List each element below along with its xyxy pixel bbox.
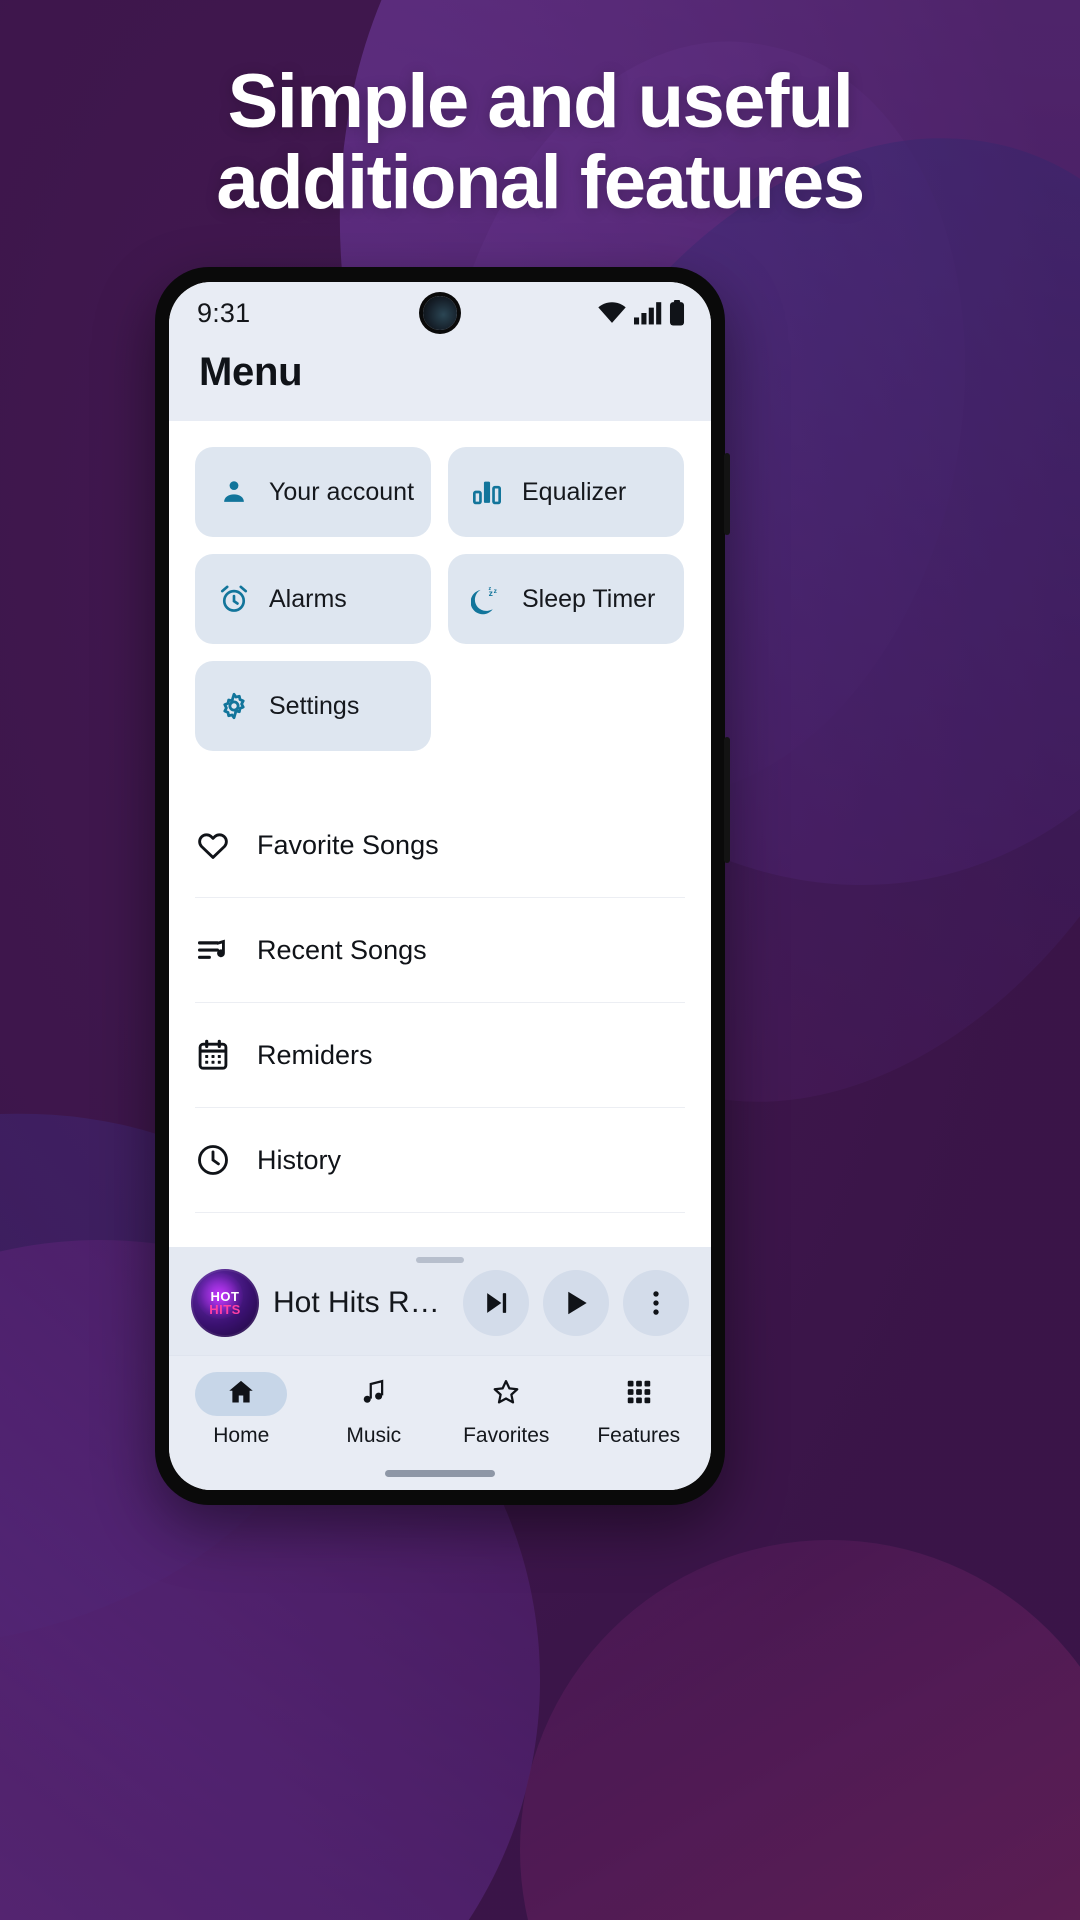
now-playing-title: Hot Hits Radio bbox=[273, 1286, 449, 1319]
list-item-label: Favorite Songs bbox=[257, 829, 439, 860]
phone-screen: 9:31 Menu Your account Equalizer Alarms … bbox=[169, 282, 711, 1490]
nav-label: Home bbox=[213, 1424, 270, 1447]
grid-apps-icon bbox=[624, 1377, 654, 1412]
nav-pill-favorites bbox=[460, 1372, 552, 1416]
nav-pill-home bbox=[195, 1372, 288, 1416]
person-icon bbox=[217, 475, 251, 509]
svg-text:z: z bbox=[494, 588, 498, 595]
feature-card-grid: Your account Equalizer Alarms z z z Slee… bbox=[169, 421, 711, 751]
nav-item-home[interactable]: Home bbox=[175, 1368, 308, 1450]
artwork-line-1: HOT bbox=[210, 1288, 240, 1304]
card-equalizer[interactable]: Equalizer bbox=[448, 447, 684, 537]
star-icon bbox=[491, 1377, 521, 1412]
nav-item-favorites[interactable]: Favorites bbox=[440, 1368, 573, 1450]
status-time: 9:31 bbox=[197, 297, 251, 328]
promo-headline: Simple and useful additional features bbox=[0, 59, 1080, 225]
phone-side-button bbox=[724, 737, 730, 863]
nav-item-music[interactable]: Music bbox=[308, 1368, 441, 1450]
gear-icon bbox=[217, 689, 251, 723]
card-label: Your account bbox=[269, 478, 415, 506]
moon-sleep-icon: z z z bbox=[470, 582, 504, 616]
nav-pill-features bbox=[593, 1372, 685, 1416]
card-your-account[interactable]: Your account bbox=[195, 447, 431, 537]
card-label: Settings bbox=[269, 692, 360, 720]
nav-label: Music bbox=[346, 1424, 402, 1447]
music-note-icon bbox=[359, 1377, 389, 1412]
home-indicator-bar bbox=[385, 1469, 495, 1477]
heart-icon bbox=[195, 827, 231, 863]
headline-line-1: Simple and useful bbox=[227, 59, 854, 144]
play-icon bbox=[560, 1287, 592, 1319]
card-label: Equalizer bbox=[522, 478, 627, 506]
skip-next-button[interactable] bbox=[463, 1270, 529, 1336]
more-options-button[interactable] bbox=[623, 1270, 689, 1336]
wifi-icon bbox=[597, 301, 627, 325]
card-label: Alarms bbox=[269, 585, 347, 613]
bottom-navigation: Home Music Favorites Features bbox=[169, 1355, 711, 1456]
list-item-label: Remiders bbox=[257, 1039, 373, 1070]
nav-pill-music bbox=[328, 1372, 420, 1416]
list-item-label: Recent Songs bbox=[257, 934, 427, 965]
calendar-icon bbox=[195, 1037, 231, 1073]
home-icon bbox=[226, 1377, 256, 1412]
camera-punch-hole bbox=[423, 296, 457, 330]
album-artwork: HOT HITS bbox=[191, 1269, 259, 1337]
mini-player-row: HOT HITS Hot Hits Radio bbox=[191, 1269, 689, 1337]
menu-list: Favorite Songs Recent Songs Remiders His… bbox=[169, 751, 711, 1213]
card-settings[interactable]: Settings bbox=[195, 661, 431, 751]
mini-player: HOT HITS Hot Hits Radio bbox=[169, 1247, 711, 1355]
play-button[interactable] bbox=[543, 1270, 609, 1336]
alarm-clock-icon bbox=[217, 582, 251, 616]
card-sleep-timer[interactable]: z z z Sleep Timer bbox=[448, 554, 684, 644]
battery-full-icon bbox=[669, 300, 685, 326]
cellular-signal-icon bbox=[634, 301, 662, 325]
clock-icon bbox=[195, 1142, 231, 1178]
app-bar: Menu bbox=[169, 344, 711, 421]
queue-music-icon bbox=[195, 932, 231, 968]
list-item-remiders[interactable]: Remiders bbox=[195, 1003, 685, 1108]
skip-next-icon bbox=[480, 1287, 512, 1319]
card-alarms[interactable]: Alarms bbox=[195, 554, 431, 644]
drag-handle[interactable] bbox=[416, 1257, 464, 1263]
more-vertical-icon bbox=[640, 1287, 672, 1319]
home-indicator[interactable] bbox=[169, 1456, 711, 1490]
status-bar: 9:31 bbox=[169, 282, 711, 344]
svg-text:z: z bbox=[488, 586, 491, 592]
phone-mockup: 9:31 Menu Your account Equalizer Alarms … bbox=[155, 267, 730, 1505]
equalizer-icon bbox=[470, 475, 504, 509]
nav-item-features[interactable]: Features bbox=[573, 1368, 706, 1450]
status-icons bbox=[597, 300, 685, 326]
list-item-recent-songs[interactable]: Recent Songs bbox=[195, 898, 685, 1003]
menu-content: Your account Equalizer Alarms z z z Slee… bbox=[169, 421, 711, 1247]
page-title: Menu bbox=[199, 350, 303, 394]
artwork-line-2: HITS bbox=[209, 1302, 241, 1317]
nav-label: Features bbox=[597, 1424, 681, 1447]
list-item-history[interactable]: History bbox=[195, 1108, 685, 1213]
headline-line-2: additional features bbox=[216, 139, 865, 225]
card-label: Sleep Timer bbox=[522, 585, 656, 613]
nav-label: Favorites bbox=[463, 1424, 550, 1447]
list-item-label: History bbox=[257, 1144, 342, 1175]
list-item-favorite-songs[interactable]: Favorite Songs bbox=[195, 793, 685, 898]
